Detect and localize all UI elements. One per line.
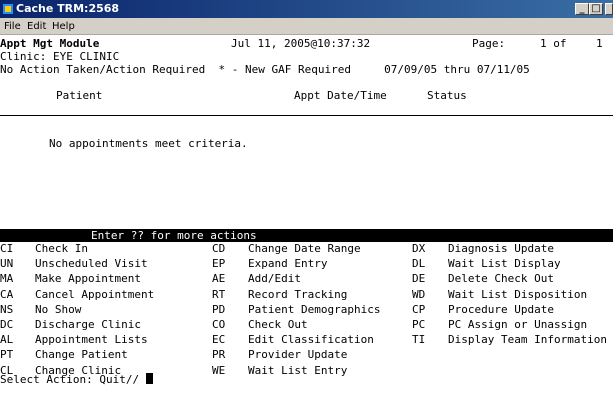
maximize-button[interactable]: □ (589, 3, 603, 15)
action-label: Add/Edit (248, 272, 301, 286)
action-label: Unscheduled Visit (35, 257, 148, 271)
actions-banner-text: Enter ?? for more actions (91, 229, 257, 242)
action-code: RT (212, 287, 226, 301)
actions-banner: Enter ?? for more actions (0, 229, 613, 242)
header-datetime: Jul 11, 2005@10:37:32 (231, 37, 371, 50)
action-label: Procedure Update (448, 302, 554, 316)
action-code: PC (412, 318, 426, 331)
action-code: CI (0, 242, 14, 255)
action-label: Change Patient (35, 348, 128, 362)
column-appt-datetime: Appt Date/Time (294, 89, 387, 102)
action-label: Wait List Entry (248, 363, 348, 377)
action-code: WE (212, 363, 226, 377)
window-title: Cache TRM:2568 (16, 2, 120, 15)
module-title: Appt Mgt Module (0, 37, 100, 50)
action-label: Wait List Disposition (448, 287, 588, 301)
action-label: Provider Update (248, 348, 348, 362)
page-label: Page: (472, 37, 506, 50)
action-label: Make Appointment (35, 272, 141, 286)
action-label: PC Assign or Unassign (448, 318, 588, 331)
action-label: Discharge Clinic (35, 318, 141, 331)
action-label: Cancel Appointment (35, 287, 155, 301)
action-label: Diagnosis Update (448, 242, 554, 255)
action-code: UN (0, 257, 14, 271)
action-label: Display Team Information (448, 333, 607, 347)
column-status: Status (427, 89, 467, 102)
terminal-window: Cache TRM:2568 _ □ File Edit Help Appt M… (0, 0, 613, 410)
action-code: PD (212, 302, 226, 316)
action-label: Check In (35, 242, 88, 255)
filter-line: No Action Taken/Action Required * - New … (0, 63, 530, 76)
action-code: PT (0, 348, 14, 362)
action-code: DL (412, 257, 426, 271)
menu-edit[interactable]: Edit (27, 21, 46, 32)
action-code: CA (0, 287, 14, 301)
action-code: CP (412, 302, 426, 316)
close-button[interactable] (605, 3, 613, 15)
menu-file[interactable]: File (4, 21, 21, 32)
action-code: EP (212, 257, 226, 271)
action-label: Edit Classification (248, 333, 374, 347)
action-label: Delete Check Out (448, 272, 554, 286)
action-label: No Show (35, 302, 82, 316)
title-bar[interactable]: Cache TRM:2568 _ □ (0, 0, 613, 18)
header-divider (0, 115, 613, 116)
action-code: MA (0, 272, 14, 286)
action-label: Expand Entry (248, 257, 328, 271)
action-label: Appointment Lists (35, 333, 148, 347)
action-code: NS (0, 302, 14, 316)
action-label: Change Date Range (248, 242, 361, 255)
action-code: AE (212, 272, 226, 286)
action-code: CD (212, 242, 226, 255)
action-code: TI (412, 333, 426, 347)
action-label: Wait List Display (448, 257, 561, 271)
cache-terminal-icon (3, 4, 13, 14)
action-label: Check Out (248, 318, 308, 331)
action-code: CO (212, 318, 226, 331)
page-total: 1 (596, 37, 603, 50)
page-value: 1 of (540, 37, 567, 50)
action-code: WD (412, 287, 426, 301)
action-code: PR (212, 348, 226, 362)
menu-help[interactable]: Help (52, 21, 75, 32)
clinic-line: Clinic: EYE CLINIC (0, 50, 120, 63)
minimize-button[interactable]: _ (575, 3, 589, 15)
action-label: Record Tracking (248, 287, 348, 301)
menu-bar: File Edit Help (0, 18, 613, 35)
prompt-text: Select Action: Quit// (0, 373, 146, 386)
action-code: DE (412, 272, 426, 286)
column-patient: Patient (56, 89, 103, 102)
empty-message: No appointments meet criteria. (49, 137, 248, 150)
text-cursor (145, 373, 153, 384)
action-code: DX (412, 242, 426, 255)
terminal-screen[interactable]: Appt Mgt Module Jul 11, 2005@10:37:32 Pa… (0, 35, 613, 410)
action-code: DC (0, 318, 14, 331)
action-label: Patient Demographics (248, 302, 381, 316)
select-action-prompt[interactable]: Select Action: Quit// (0, 373, 153, 386)
action-code: EC (212, 333, 226, 347)
action-code: AL (0, 333, 14, 347)
